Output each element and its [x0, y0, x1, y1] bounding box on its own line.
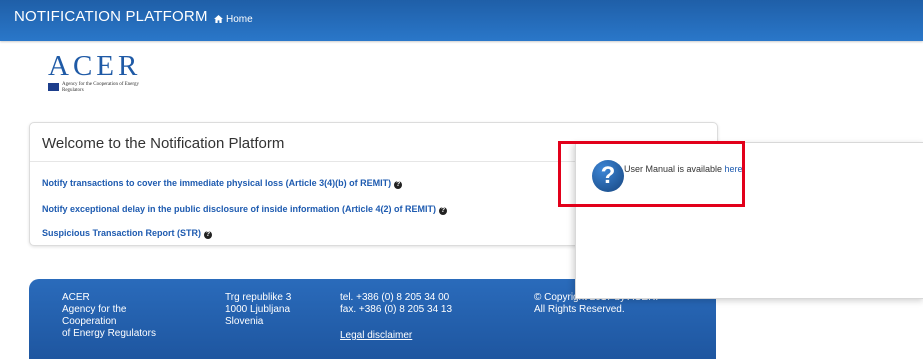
- footer-org-line: Cooperation: [62, 316, 117, 327]
- home-icon: [214, 15, 223, 23]
- rights-text: All Rights Reserved.: [534, 304, 625, 315]
- question-circle-icon[interactable]: ?: [394, 181, 403, 189]
- footer-address: Trg republike 3 1000 Ljubljana Slovenia: [225, 292, 291, 328]
- link-exceptional-delay-label: Notify exceptional delay in the public d…: [42, 204, 437, 214]
- logo-subtitle: Agency for the Cooperation of Energy Reg…: [62, 82, 139, 93]
- home-label: Home: [226, 14, 253, 25]
- question-circle-icon[interactable]: ?: [204, 231, 213, 239]
- footer-contact: tel. +386 (0) 8 205 34 00 fax. +386 (0) …: [340, 292, 452, 342]
- welcome-title: Welcome to the Notification Platform: [42, 135, 285, 152]
- eu-flag-icon: [48, 83, 59, 91]
- footer-fax: fax. +386 (0) 8 205 34 13: [340, 304, 453, 315]
- logo-letters: ACER: [48, 50, 142, 82]
- home-link[interactable]: Home: [214, 14, 253, 25]
- highlight-box: [558, 141, 745, 207]
- legal-disclaimer-link[interactable]: Legal disclaimer: [340, 330, 412, 341]
- platform-title[interactable]: NOTIFICATION PLATFORM: [14, 8, 208, 25]
- acer-logo: ACER Agency for the Cooperation of Energ…: [46, 50, 166, 98]
- footer-org-line: of Energy Regulators: [62, 328, 156, 339]
- footer-address-line: Trg republike 3: [225, 292, 292, 303]
- footer-address-line: Slovenia: [225, 316, 264, 327]
- question-circle-icon[interactable]: ?: [439, 207, 448, 215]
- link-exceptional-delay[interactable]: Notify exceptional delay in the public d…: [42, 204, 448, 215]
- link-str-label: Suspicious Transaction Report (STR): [42, 228, 202, 238]
- footer-org-line: Agency for the: [62, 304, 127, 315]
- link-physical-loss[interactable]: Notify transactions to cover the immedia…: [42, 178, 403, 189]
- footer-org: ACER Agency for the Cooperation of Energ…: [62, 292, 156, 340]
- footer-address-line: 1000 Ljubljana: [225, 304, 291, 315]
- top-navbar: NOTIFICATION PLATFORM Home: [0, 0, 923, 41]
- link-physical-loss-label: Notify transactions to cover the immedia…: [42, 178, 392, 188]
- link-str[interactable]: Suspicious Transaction Report (STR)?: [42, 228, 213, 239]
- footer-phone: tel. +386 (0) 8 205 34 00: [340, 292, 450, 303]
- footer-org-line: ACER: [62, 292, 90, 303]
